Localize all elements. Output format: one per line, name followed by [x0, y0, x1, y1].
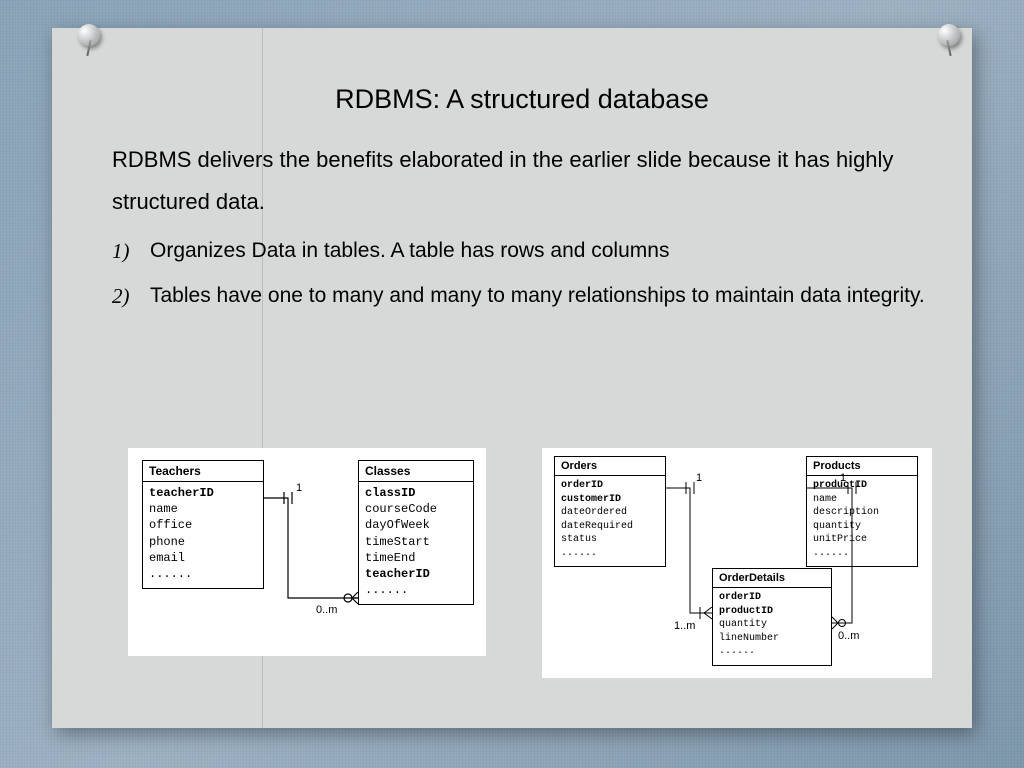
diagram-orders-products: Orders orderID customerID dateOrdered da… — [542, 448, 932, 678]
entity-products: Products productID name description quan… — [806, 456, 918, 567]
slide-title: RDBMS: A structured database — [112, 84, 932, 115]
entity-fields: classID courseCode dayOfWeek timeStart t… — [359, 482, 473, 604]
entity-header: Orders — [555, 457, 665, 476]
cardinality-label: 1 — [840, 472, 846, 484]
entity-fields: teacherID name office phone email ...... — [143, 482, 263, 588]
entity-orders: Orders orderID customerID dateOrdered da… — [554, 456, 666, 567]
cardinality-label: 0..m — [316, 604, 337, 616]
list-item: Tables have one to many and many to many… — [150, 276, 932, 317]
entity-header: Classes — [359, 461, 473, 482]
intro-text: RDBMS delivers the benefits elaborated i… — [112, 139, 932, 223]
entity-orderdetails: OrderDetails orderID productID quantity … — [712, 568, 832, 666]
entity-teachers: Teachers teacherID name office phone ema… — [142, 460, 264, 589]
entity-fields: orderID customerID dateOrdered dateRequi… — [555, 476, 665, 566]
slide-content: RDBMS: A structured database RDBMS deliv… — [112, 84, 932, 320]
pushpin-icon — [72, 20, 106, 54]
cardinality-label: 0..m — [838, 630, 859, 642]
entity-fields: orderID productID quantity lineNumber ..… — [713, 588, 831, 665]
diagram-area: Teachers teacherID name office phone ema… — [128, 448, 932, 666]
cardinality-label: 1 — [696, 472, 702, 484]
entity-header: Products — [807, 457, 917, 476]
cardinality-label: 1 — [296, 482, 302, 494]
cardinality-label: 1..m — [674, 620, 695, 632]
diagram-teachers-classes: Teachers teacherID name office phone ema… — [128, 448, 486, 656]
pushpin-icon — [932, 20, 966, 54]
entity-header: Teachers — [143, 461, 263, 482]
entity-fields: productID name description quantity unit… — [807, 476, 917, 566]
slide-page: RDBMS: A structured database RDBMS deliv… — [52, 28, 972, 728]
bullet-list: Organizes Data in tables. A table has ro… — [112, 231, 932, 317]
entity-header: OrderDetails — [713, 569, 831, 588]
list-item: Organizes Data in tables. A table has ro… — [150, 231, 932, 272]
entity-classes: Classes classID courseCode dayOfWeek tim… — [358, 460, 474, 605]
